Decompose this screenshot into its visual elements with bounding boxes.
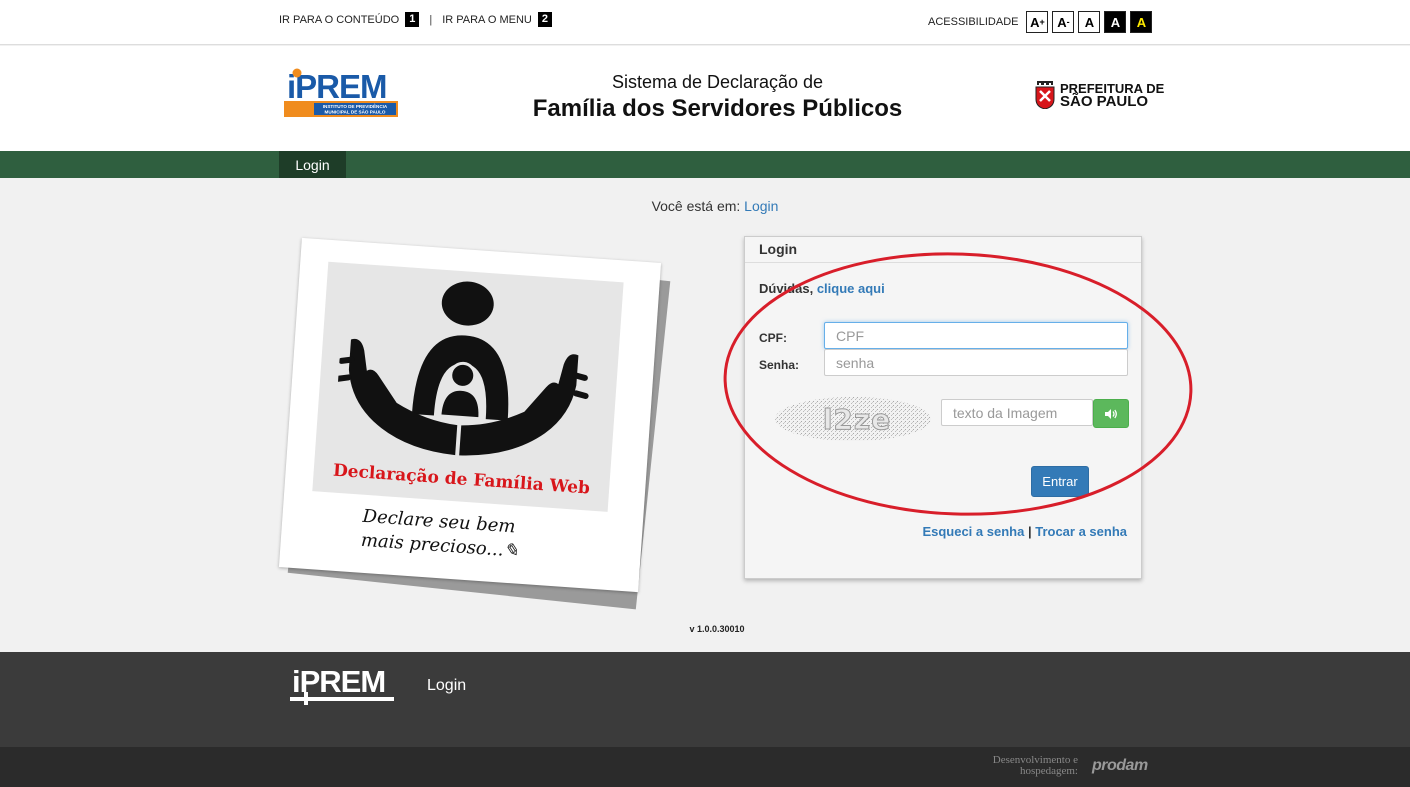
accessibility-bar: ACESSIBILIDADE A + A- A A A bbox=[928, 11, 1153, 33]
skip-links: IR PARA O CONTEÚDO 1 | IR PARA O MENU 2 bbox=[279, 12, 552, 27]
prefeitura-line2: SÃO PAULO bbox=[1060, 93, 1149, 110]
skip-to-menu-key[interactable]: 2 bbox=[537, 12, 552, 27]
sub-footer: Desenvolvimento e hospedagem: prodam bbox=[0, 747, 1410, 787]
svg-text:iPREM: iPREM bbox=[287, 68, 387, 105]
breadcrumb-link-login[interactable]: Login bbox=[744, 198, 778, 214]
polaroid-frame: Declaração de Família Web Declare seu be… bbox=[278, 237, 662, 593]
top-bar: IR PARA O CONTEÚDO 1 | IR PARA O MENU 2 … bbox=[0, 0, 1410, 45]
skip-to-content-key[interactable]: 1 bbox=[405, 12, 420, 27]
breadcrumb-prefix: Você está em: bbox=[651, 198, 741, 214]
font-normal-button[interactable]: A bbox=[1078, 11, 1101, 33]
skip-to-content-link[interactable]: IR PARA O CONTEÚDO bbox=[279, 14, 399, 26]
system-title-line2: Família dos Servidores Públicos bbox=[532, 95, 903, 122]
svg-text:INSTITUTO DE PREVIDÊNCIA: INSTITUTO DE PREVIDÊNCIA bbox=[323, 102, 388, 109]
svg-text:MUNICIPAL DE SÃO PAULO: MUNICIPAL DE SÃO PAULO bbox=[325, 109, 386, 115]
font-increase-button[interactable]: A + bbox=[1026, 11, 1049, 33]
site-footer: iPREM Login bbox=[0, 652, 1410, 747]
dev-label: Desenvolvimento e hospedagem: bbox=[992, 754, 1078, 777]
polaroid-caption: Declare seu bem mais precioso...✎ bbox=[360, 505, 521, 564]
prefeitura-logo[interactable]: PREFEITURA DE SÃO PAULO bbox=[1034, 81, 1164, 109]
yellow-contrast-button[interactable]: A bbox=[1130, 11, 1153, 33]
declaration-illustration: Declaração de Família Web Declare seu be… bbox=[278, 237, 671, 610]
sao-paulo-crest-icon bbox=[1035, 81, 1055, 109]
high-contrast-button[interactable]: A bbox=[1104, 11, 1127, 33]
nav-tab-login[interactable]: Login bbox=[279, 151, 346, 178]
system-title: Sistema de Declaração de Família dos Ser… bbox=[470, 72, 965, 123]
prodam-logo[interactable]: prodam bbox=[1092, 757, 1148, 775]
system-title-line1: Sistema de Declaração de bbox=[611, 72, 824, 92]
polaroid-photo: Declaração de Família Web bbox=[312, 261, 624, 512]
family-hands-icon bbox=[335, 281, 589, 456]
site-header: iPREM INSTITUTO DE PREVIDÊNCIA MUNICIPAL… bbox=[0, 46, 1410, 151]
font-decrease-button[interactable]: A- bbox=[1052, 11, 1075, 33]
iprem-logo[interactable]: iPREM INSTITUTO DE PREVIDÊNCIA MUNICIPAL… bbox=[284, 68, 399, 118]
accessibility-label: ACESSIBILIDADE bbox=[928, 16, 1019, 28]
breadcrumb: Você está em: Login bbox=[0, 198, 1410, 214]
skip-separator: | bbox=[429, 13, 433, 26]
skip-to-menu-link[interactable]: IR PARA O MENU bbox=[442, 14, 532, 26]
annotation-ellipse bbox=[723, 252, 1193, 516]
footer-iprem-logo[interactable]: iPREM bbox=[290, 662, 396, 706]
app-version: v 1.0.0.30010 bbox=[689, 624, 745, 634]
footer-link-login[interactable]: Login bbox=[427, 677, 466, 695]
main-nav: Login bbox=[0, 151, 1410, 178]
